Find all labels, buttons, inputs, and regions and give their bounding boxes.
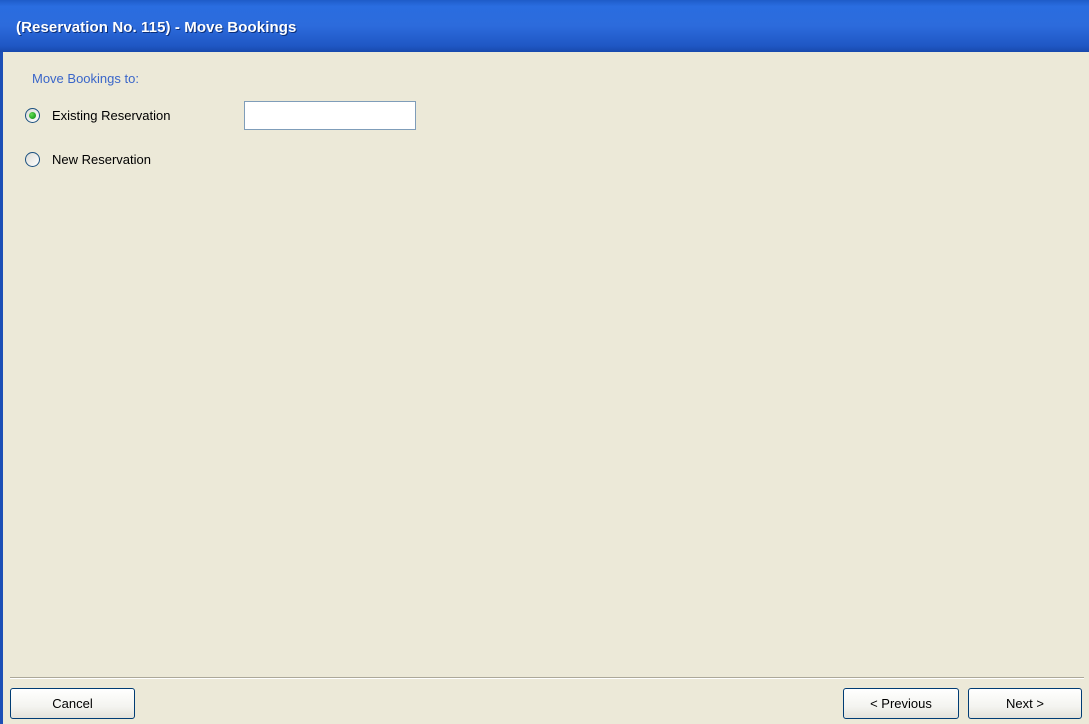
new-reservation-option[interactable]: New Reservation	[25, 152, 151, 167]
existing-reservation-radio[interactable]	[25, 108, 40, 123]
window-title: (Reservation No. 115) - Move Bookings	[16, 19, 297, 36]
footer-divider	[10, 677, 1084, 679]
new-reservation-radio[interactable]	[25, 152, 40, 167]
move-bookings-dialog: (Reservation No. 115) - Move Bookings Mo…	[0, 0, 1089, 724]
existing-reservation-input[interactable]	[244, 101, 416, 130]
next-button[interactable]: Next >	[968, 688, 1082, 719]
cancel-button[interactable]: Cancel	[10, 688, 135, 719]
existing-reservation-option[interactable]: Existing Reservation	[25, 108, 171, 123]
new-reservation-label[interactable]: New Reservation	[52, 152, 151, 167]
window-left-border	[0, 52, 3, 724]
existing-reservation-label[interactable]: Existing Reservation	[52, 108, 171, 123]
title-bar: (Reservation No. 115) - Move Bookings	[0, 0, 1089, 52]
move-bookings-to-label: Move Bookings to:	[32, 71, 139, 86]
radio-selected-dot	[29, 112, 36, 119]
previous-button[interactable]: < Previous	[843, 688, 959, 719]
